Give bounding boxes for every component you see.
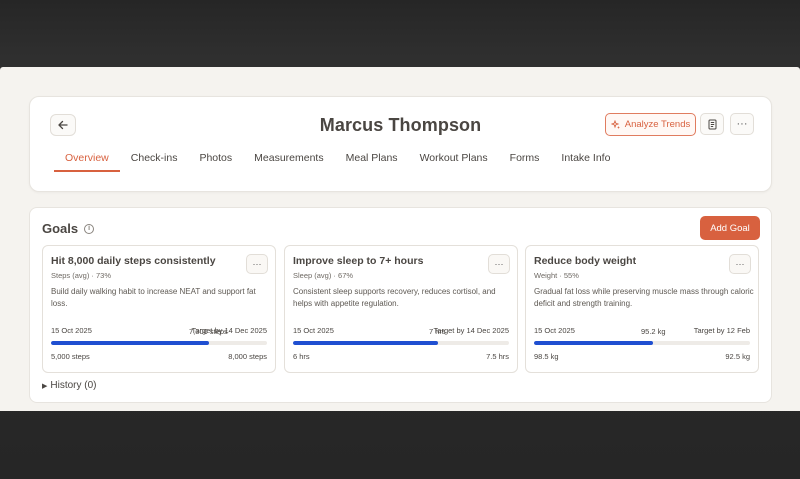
analyze-trends-button[interactable]: Analyze Trends (605, 113, 696, 136)
goal-target-value: 7.5 hrs (486, 352, 509, 361)
document-icon (708, 119, 716, 129)
goal-baseline: 98.5 kg (534, 352, 559, 361)
info-icon[interactable]: i (84, 223, 95, 234)
goal-dates-row: 15 Oct 2025 7,300 steps Target by 14 Dec… (51, 326, 267, 336)
more-horizontal-icon: ··· (736, 118, 748, 130)
goal-progress-bar (293, 341, 509, 345)
goal-progress-fill (534, 341, 653, 345)
goal-card: Hit 8,000 daily steps consistently Steps… (42, 245, 276, 373)
goal-baseline: 5,000 steps (51, 352, 90, 361)
goal-target-date: Target by 14 Dec 2025 (191, 326, 267, 335)
goal-more-button[interactable]: ··· (488, 254, 510, 274)
goal-title: Hit 8,000 daily steps consistently (51, 255, 216, 267)
goal-progress-bar (51, 341, 267, 345)
analyze-trends-label: Analyze Trends (624, 119, 691, 130)
client-tabs: Overview Check-ins Photos Measurements M… (54, 152, 621, 172)
goal-metric: Weight · 55% (534, 271, 579, 280)
goal-description: Consistent sleep supports recovery, redu… (293, 287, 496, 308)
goal-target-value: 8,000 steps (228, 352, 267, 361)
caret-right-icon: ▶ (42, 382, 48, 390)
goal-target-date: Target by 14 Dec 2025 (433, 326, 509, 335)
goals-heading: Goals i (42, 221, 95, 236)
goal-start-date: 15 Oct 2025 (293, 326, 334, 335)
goal-metric: Sleep (avg) · 67% (293, 271, 354, 280)
goal-start-date: 15 Oct 2025 (534, 326, 575, 335)
goals-title: Goals (42, 221, 79, 236)
client-detail-window: Marcus Thompson Analyze Trends ··· Overv… (0, 67, 800, 411)
goal-progress-fill (293, 341, 438, 345)
tab-measurements[interactable]: Measurements (243, 152, 334, 172)
history-toggle[interactable]: ▶ History (0) (42, 380, 97, 391)
tab-meal-plans[interactable]: Meal Plans (335, 152, 409, 172)
goal-card: Reduce body weight Weight · 55% ··· Grad… (525, 245, 759, 373)
tab-intake-info[interactable]: Intake Info (550, 152, 621, 172)
goal-more-button[interactable]: ··· (246, 254, 268, 274)
more-options-button[interactable]: ··· (730, 113, 754, 135)
tab-check-ins[interactable]: Check-ins (120, 152, 189, 172)
goal-progress-fill (51, 341, 209, 345)
goal-description: Gradual fat loss while preserving muscle… (534, 287, 754, 308)
tab-photos[interactable]: Photos (188, 152, 243, 172)
goal-progress-bar (534, 341, 750, 345)
goal-card: Improve sleep to 7+ hours Sleep (avg) · … (284, 245, 518, 373)
tab-forms[interactable]: Forms (499, 152, 551, 172)
sparkle-icon (610, 119, 620, 129)
tab-workout-plans[interactable]: Workout Plans (409, 152, 499, 172)
goal-description: Build daily walking habit to increase NE… (51, 287, 256, 308)
client-header: Marcus Thompson Analyze Trends ··· Overv… (29, 96, 772, 192)
goal-target-value: 92.5 kg (725, 352, 750, 361)
goal-baseline: 6 hrs (293, 352, 310, 361)
goal-target-date: Target by 12 Feb (693, 326, 750, 335)
goal-more-button[interactable]: ··· (729, 254, 751, 274)
goal-title: Reduce body weight (534, 255, 637, 267)
tab-overview[interactable]: Overview (54, 152, 120, 172)
goal-title: Improve sleep to 7+ hours (293, 255, 424, 267)
goal-dates-row: 15 Oct 2025 95.2 kg Target by 12 Feb (534, 326, 750, 336)
notes-button[interactable] (700, 113, 724, 135)
add-goal-button[interactable]: Add Goal (700, 216, 760, 240)
goals-section: Goals i Add Goal Hit 8,000 daily steps c… (29, 207, 772, 403)
history-label: History (0) (50, 380, 97, 391)
goal-current-value: 95.2 kg (641, 327, 666, 336)
goal-dates-row: 15 Oct 2025 7 hrs Target by 14 Dec 2025 (293, 326, 509, 336)
goal-start-date: 15 Oct 2025 (51, 326, 92, 335)
goal-metric: Steps (avg) · 73% (51, 271, 112, 280)
